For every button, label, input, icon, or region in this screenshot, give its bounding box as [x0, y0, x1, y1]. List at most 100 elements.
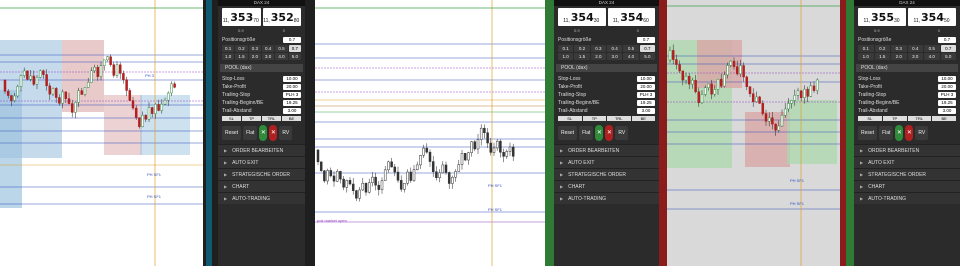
close-short-icon[interactable]: ✕: [905, 125, 914, 141]
size-button[interactable]: 0.7: [639, 45, 655, 52]
pool-selector[interactable]: POOL (dax): [556, 64, 657, 72]
size-button[interactable]: 0.7: [288, 45, 301, 52]
section-header[interactable]: ▶ AUTO-TRADING: [854, 192, 960, 204]
reverse-button[interactable]: RV: [615, 126, 629, 140]
scrollbar-1[interactable]: [203, 0, 218, 266]
exit-type-button[interactable]: SL: [858, 116, 882, 121]
reverse-button[interactable]: RV: [915, 126, 929, 140]
section-header[interactable]: ▶ AUTO-TRADING: [218, 192, 305, 204]
exit-type-button[interactable]: SL: [558, 116, 582, 121]
trail-distance-input[interactable]: 3.00: [637, 108, 655, 114]
exit-type-button[interactable]: BE: [932, 116, 956, 121]
chart-3[interactable]: PH SF1 PH SF1: [667, 0, 840, 266]
trailing-begin-input[interactable]: 19.25: [283, 100, 301, 106]
size-button[interactable]: 0.3: [590, 45, 606, 52]
position-size-input[interactable]: 0.7: [283, 37, 301, 43]
size-button[interactable]: 5.0: [288, 53, 301, 60]
reverse-button[interactable]: RV: [279, 126, 293, 140]
scrollbar-thumb[interactable]: [206, 0, 212, 266]
size-button[interactable]: 0.2: [574, 45, 590, 52]
close-long-icon[interactable]: ✕: [595, 125, 604, 141]
close-long-icon[interactable]: ✕: [895, 125, 904, 141]
exit-type-button[interactable]: TP: [582, 116, 606, 121]
size-button[interactable]: 3.0: [606, 53, 623, 60]
size-button[interactable]: 0.1: [858, 45, 874, 52]
size-button[interactable]: 4.0: [924, 53, 940, 60]
section-header[interactable]: ▶ AUTO EXIT: [554, 156, 659, 168]
stop-loss-input[interactable]: 10.00: [283, 76, 301, 82]
reset-button[interactable]: Reset: [222, 126, 242, 140]
section-header[interactable]: ▶ ORDER BEARBEITEN: [218, 144, 305, 156]
section-header[interactable]: ▶ ORDER BEARBEITEN: [554, 144, 659, 156]
size-button[interactable]: 4.0: [623, 53, 639, 60]
size-button[interactable]: 1.5: [574, 53, 590, 60]
size-button[interactable]: 0.3: [891, 45, 907, 52]
section-header[interactable]: ▶ AUTO-TRADING: [554, 192, 659, 204]
size-button[interactable]: 0.5: [623, 45, 639, 52]
size-button[interactable]: 0.2: [235, 45, 248, 52]
close-short-icon[interactable]: ✕: [605, 125, 614, 141]
size-button[interactable]: 0.4: [261, 45, 275, 52]
size-button[interactable]: 2.0: [891, 53, 907, 60]
exit-type-button[interactable]: TP: [242, 116, 261, 121]
take-profit-input[interactable]: 20.00: [637, 84, 655, 90]
section-header[interactable]: ▶ CHART: [554, 180, 659, 192]
ask-quote[interactable]: 11, 352 80: [262, 8, 301, 26]
bid-quote[interactable]: 11, 353 70: [222, 8, 261, 26]
section-header[interactable]: ▶ AUTO EXIT: [854, 156, 960, 168]
close-long-icon[interactable]: ✕: [259, 125, 268, 141]
size-button[interactable]: 2.0: [590, 53, 606, 60]
exit-type-button[interactable]: SL: [222, 116, 241, 121]
size-button[interactable]: 3.0: [907, 53, 923, 60]
size-button[interactable]: 0.4: [907, 45, 923, 52]
take-profit-input[interactable]: 20.00: [938, 84, 956, 90]
exit-type-button[interactable]: TRL: [262, 116, 281, 121]
size-button[interactable]: 0.1: [222, 45, 235, 52]
pool-selector[interactable]: POOL (dax): [856, 64, 958, 72]
close-short-icon[interactable]: ✕: [269, 125, 278, 141]
size-button[interactable]: 5.0: [940, 53, 956, 60]
reset-button[interactable]: Reset: [858, 126, 878, 140]
exit-type-button[interactable]: TRL: [607, 116, 631, 121]
section-header[interactable]: ▶ CHART: [218, 180, 305, 192]
chart-2[interactable]: PH SF1 PH SF1 pok market open: [315, 0, 545, 266]
size-button[interactable]: 0.5: [275, 45, 288, 52]
ask-quote[interactable]: 11, 354 60: [607, 8, 655, 26]
size-button[interactable]: 1.0: [222, 53, 235, 60]
ask-quote[interactable]: 11, 354 50: [908, 8, 956, 26]
trailing-begin-input[interactable]: 19.25: [637, 100, 655, 106]
section-header[interactable]: ▶ STRATEGISCHE ORDER: [854, 168, 960, 180]
trailing-stop-input[interactable]: PLH 3: [283, 92, 301, 98]
exit-type-button[interactable]: BE: [282, 116, 301, 121]
section-header[interactable]: ▶ CHART: [854, 180, 960, 192]
stop-loss-input[interactable]: 10.00: [637, 76, 655, 82]
reset-button[interactable]: Reset: [558, 126, 578, 140]
section-header[interactable]: ▶ ORDER BEARBEITEN: [854, 144, 960, 156]
section-header[interactable]: ▶ STRATEGISCHE ORDER: [554, 168, 659, 180]
trailing-stop-input[interactable]: PLH 3: [938, 92, 956, 98]
section-header[interactable]: ▶ AUTO EXIT: [218, 156, 305, 168]
pool-selector[interactable]: POOL (dax): [220, 64, 303, 72]
take-profit-input[interactable]: 20.00: [283, 84, 301, 90]
exit-type-button[interactable]: BE: [631, 116, 655, 121]
trailing-begin-input[interactable]: 19.25: [938, 100, 956, 106]
size-button[interactable]: 2.0: [248, 53, 261, 60]
size-button[interactable]: 0.7: [940, 45, 956, 52]
size-button[interactable]: 0.2: [874, 45, 890, 52]
size-button[interactable]: 0.4: [606, 45, 623, 52]
trail-distance-input[interactable]: 3.00: [283, 108, 301, 114]
exit-type-button[interactable]: TP: [882, 116, 907, 121]
size-button[interactable]: 5.0: [639, 53, 655, 60]
flat-button[interactable]: Flat: [879, 126, 894, 140]
trail-distance-input[interactable]: 3.00: [938, 108, 956, 114]
size-button[interactable]: 0.5: [924, 45, 940, 52]
size-button[interactable]: 1.5: [874, 53, 890, 60]
size-button[interactable]: 4.0: [275, 53, 288, 60]
size-button[interactable]: 1.5: [235, 53, 248, 60]
flat-button[interactable]: Flat: [579, 126, 594, 140]
flat-button[interactable]: Flat: [243, 126, 258, 140]
chart-1[interactable]: PH 3 PH SF1 PH SF1: [0, 0, 203, 266]
position-size-input[interactable]: 0.7: [938, 37, 956, 43]
position-size-input[interactable]: 0.7: [637, 37, 655, 43]
size-button[interactable]: 3.0: [261, 53, 275, 60]
